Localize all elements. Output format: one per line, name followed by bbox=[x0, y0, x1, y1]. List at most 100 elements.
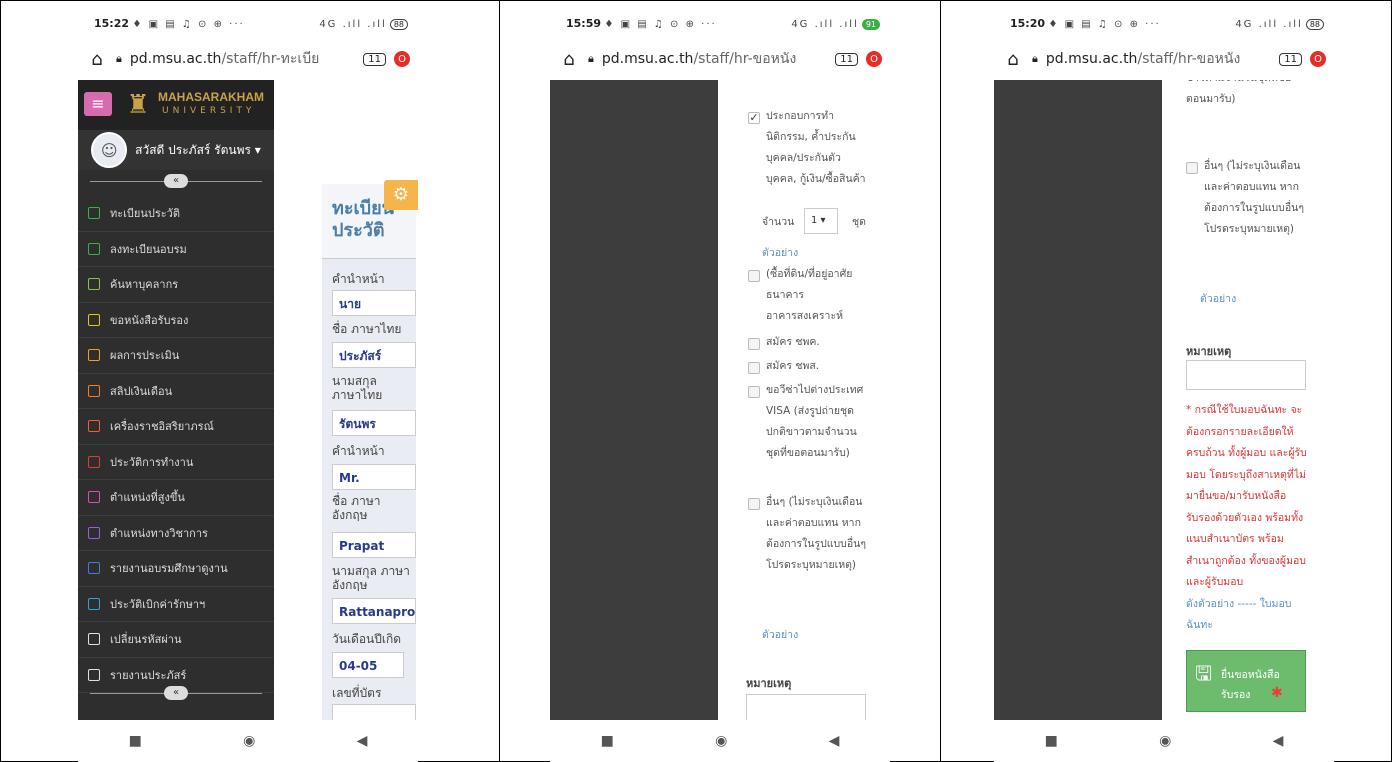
notification-icons: ♦ ▣ ▤ ♫ ⊙ ⊕ ··· bbox=[1048, 18, 1161, 30]
tab-count-button[interactable]: 11 bbox=[1279, 52, 1302, 66]
field-label: เลขที่บัตร bbox=[332, 686, 382, 700]
qty-select[interactable]: 1 ▾ bbox=[804, 208, 838, 234]
sidebar-item[interactable]: ค้นหาบุคลากร bbox=[78, 267, 274, 303]
page-content: ✓ ประกอบการทำนิติกรรม, ค้ำประกันบุคคล/ปร… bbox=[550, 80, 890, 720]
url-field[interactable]: pd.msu.ac.th/staff/hr-ขอหนัง bbox=[1046, 48, 1271, 70]
gear-icon[interactable]: ⚙ bbox=[384, 180, 418, 210]
sidebar-item[interactable]: เครื่องราชอิสริยาภรณ์ bbox=[78, 409, 274, 445]
option-label: สมัคร ชพส. bbox=[766, 360, 820, 372]
option-label: อื่นๆ (ไม่ระบุเงินเดือนและค่าตอบแทน หากต… bbox=[766, 496, 866, 571]
university-logo: ♜ bbox=[126, 90, 150, 120]
sidebar-item[interactable]: ประวัติการทำงาน bbox=[78, 445, 274, 480]
sidebar-item[interactable]: เปลี่ยนรหัสผ่าน bbox=[78, 622, 274, 658]
tab-count-button[interactable]: 11 bbox=[363, 52, 386, 66]
recent-apps-icon[interactable]: ■ bbox=[601, 733, 614, 749]
list-icon bbox=[88, 384, 100, 397]
firstname-en-field[interactable]: Prapat bbox=[332, 532, 416, 558]
example-link[interactable]: ตัวอย่าง bbox=[762, 626, 798, 643]
list-icon bbox=[88, 597, 100, 610]
checkbox-cpk[interactable] bbox=[748, 338, 760, 350]
hamburger-menu-icon[interactable]: ≡ bbox=[84, 92, 112, 116]
checkbox-loan[interactable]: ✓ bbox=[748, 112, 760, 124]
brand-subtitle: UNIVERSITY bbox=[162, 106, 256, 116]
note-input[interactable] bbox=[746, 694, 866, 720]
sidebar-item[interactable]: ผลการประเมิน bbox=[78, 338, 274, 374]
prefix-th-field[interactable]: นาย bbox=[332, 290, 416, 316]
lock-icon: 🔒︎ bbox=[588, 52, 594, 65]
sidebar-item[interactable]: สลิปเงินเดือน bbox=[78, 374, 274, 409]
sidebar-item[interactable]: ขอหนังสือรับรอง bbox=[78, 303, 274, 338]
browser-address-bar: ⌂ 🔒︎ pd.msu.ac.th/staff/hr-ขอหนัง 11 O bbox=[994, 38, 1334, 80]
signal-icon: 4G .ıll .ıll bbox=[791, 18, 859, 30]
profile-panel: ทะเบียน ประวัติ ⚙ คำนำหน้า นาย ชื่อ ภาษาไ… bbox=[274, 170, 418, 720]
id-card-field[interactable] bbox=[332, 704, 416, 720]
option-label: ประกอบการทำนิติกรรม, ค้ำประกันบุคคล/ประก… bbox=[766, 110, 866, 185]
panel-divider bbox=[499, 0, 500, 762]
back-icon[interactable]: ◀ bbox=[829, 733, 840, 749]
note-input[interactable] bbox=[1186, 360, 1306, 390]
lock-icon: 🔒︎ bbox=[1032, 52, 1038, 65]
collapse-icon[interactable]: « bbox=[164, 686, 188, 700]
tab-count-button[interactable]: 11 bbox=[835, 52, 858, 66]
home-button-icon[interactable]: ◉ bbox=[243, 733, 255, 749]
sidebar-item[interactable]: ประวัติเบิกค่ารักษาฯ bbox=[78, 587, 274, 622]
battery-icon: 88 bbox=[1305, 18, 1324, 30]
field-label: คำนำหน้า bbox=[332, 272, 385, 286]
checkbox-other[interactable] bbox=[748, 498, 760, 510]
user-dropdown[interactable]: ☺ สวัสดี ประภัสร์ รัตนพร ▾ bbox=[78, 130, 274, 170]
recent-apps-icon[interactable]: ■ bbox=[1045, 733, 1058, 749]
proxy-example-link[interactable]: ดังตัวอย่าง ----- ใบมอบฉันทะ bbox=[1186, 594, 1306, 636]
collapse-icon[interactable]: « bbox=[164, 174, 188, 188]
back-icon[interactable]: ◀ bbox=[1273, 733, 1284, 749]
birthdate-field[interactable]: 04-05 bbox=[332, 652, 404, 678]
list-icon bbox=[88, 526, 100, 539]
sidebar-item[interactable]: รายงานอบรมศึกษาดูงาน bbox=[78, 551, 274, 587]
browser-menu-icon[interactable]: O bbox=[394, 51, 410, 67]
url-field[interactable]: pd.msu.ac.th/staff/hr-ขอหนัง bbox=[602, 48, 827, 70]
lastname-th-field[interactable]: รัตนพร bbox=[332, 410, 416, 436]
sidebar-menu: ทะเบียนประวัติ ลงทะเบียนอบรม ค้นหาบุคลาก… bbox=[78, 196, 274, 693]
url-field[interactable]: pd.msu.ac.th/staff/hr-ทะเบีย bbox=[130, 48, 355, 70]
checkbox-visa[interactable] bbox=[748, 386, 760, 398]
back-icon[interactable]: ◀ bbox=[357, 733, 368, 749]
home-icon[interactable]: ⌂ bbox=[1002, 49, 1024, 70]
browser-menu-icon[interactable]: O bbox=[866, 51, 882, 67]
example-link[interactable]: ตัวอย่าง bbox=[1200, 290, 1236, 307]
phone-screen-cert-submit: 15:20 ♦ ▣ ▤ ♫ ⊙ ⊕ ··· 4G .ıll .ıll 88 ⌂ 🔒… bbox=[994, 8, 1334, 762]
sidebar-item[interactable]: ตำแหน่งที่สูงขึ้น bbox=[78, 480, 274, 516]
checkbox-land[interactable] bbox=[748, 270, 760, 282]
phone-screen-profile: 15:22 ♦ ▣ ▤ ♫ ⊙ ⊕ ··· 4G .ıll .ıll 88 ⌂ 🔒… bbox=[78, 8, 418, 762]
list-icon bbox=[88, 633, 100, 646]
lastname-en-field[interactable]: Rattanaproı bbox=[332, 598, 416, 624]
home-button-icon[interactable]: ◉ bbox=[715, 733, 727, 749]
header: ≡ ♜ MAHASARAKHAM UNIVERSITY bbox=[78, 80, 274, 130]
sidebar-collapse-bottom: « bbox=[78, 684, 274, 702]
page-content: ขอวีซ่าไปต่างประเทศ VISA (ส่งรูปถ่ายชุดป… bbox=[994, 80, 1334, 720]
browser-menu-icon[interactable]: O bbox=[1310, 51, 1326, 67]
phone-screen-cert-request: 15:59 ♦ ▣ ▤ ♫ ⊙ ⊕ ··· 4G .ıll .ıll 91 ⌂ 🔒… bbox=[550, 8, 890, 762]
battery-icon: 88 bbox=[389, 18, 408, 30]
list-icon bbox=[88, 242, 100, 255]
sidebar-item[interactable]: ลงทะเบียนอบรม bbox=[78, 232, 274, 267]
field-label: ชื่อ ภาษา อังกฤษ bbox=[332, 494, 381, 522]
recent-apps-icon[interactable]: ■ bbox=[129, 733, 142, 749]
signal-icon: 4G .ıll .ıll bbox=[319, 18, 387, 30]
sidebar-item[interactable]: ทะเบียนประวัติ bbox=[78, 196, 274, 232]
example-link[interactable]: ตัวอย่าง bbox=[762, 244, 798, 261]
checkbox-cps[interactable] bbox=[748, 362, 760, 374]
option-label: (ซื้อที่ดิน/ที่อยู่อาศัย ธนาคารอาคารสงเค… bbox=[766, 268, 853, 322]
prefix-en-field[interactable]: Mr. bbox=[332, 464, 416, 490]
submit-cert-button[interactable]: 🖫︎ ยื่นขอหนังสือรับรอง ✱ bbox=[1186, 650, 1306, 712]
home-button-icon[interactable]: ◉ bbox=[1159, 733, 1171, 749]
home-icon[interactable]: ⌂ bbox=[86, 49, 108, 70]
checkbox-other[interactable] bbox=[1186, 162, 1198, 174]
browser-address-bar: ⌂ 🔒︎ pd.msu.ac.th/staff/hr-ขอหนัง 11 O bbox=[550, 38, 890, 80]
option-label: สมัคร ชพค. bbox=[766, 336, 820, 348]
panel-divider bbox=[940, 0, 941, 762]
home-icon[interactable]: ⌂ bbox=[558, 49, 580, 70]
list-icon bbox=[88, 562, 100, 575]
list-icon bbox=[88, 668, 100, 681]
firstname-th-field[interactable]: ประภัสร์ bbox=[332, 342, 416, 368]
sidebar-item[interactable]: ตำแหน่งทางวิชาการ bbox=[78, 516, 274, 551]
cert-form-panel: ✓ ประกอบการทำนิติกรรม, ค้ำประกันบุคคล/ปร… bbox=[718, 80, 872, 720]
